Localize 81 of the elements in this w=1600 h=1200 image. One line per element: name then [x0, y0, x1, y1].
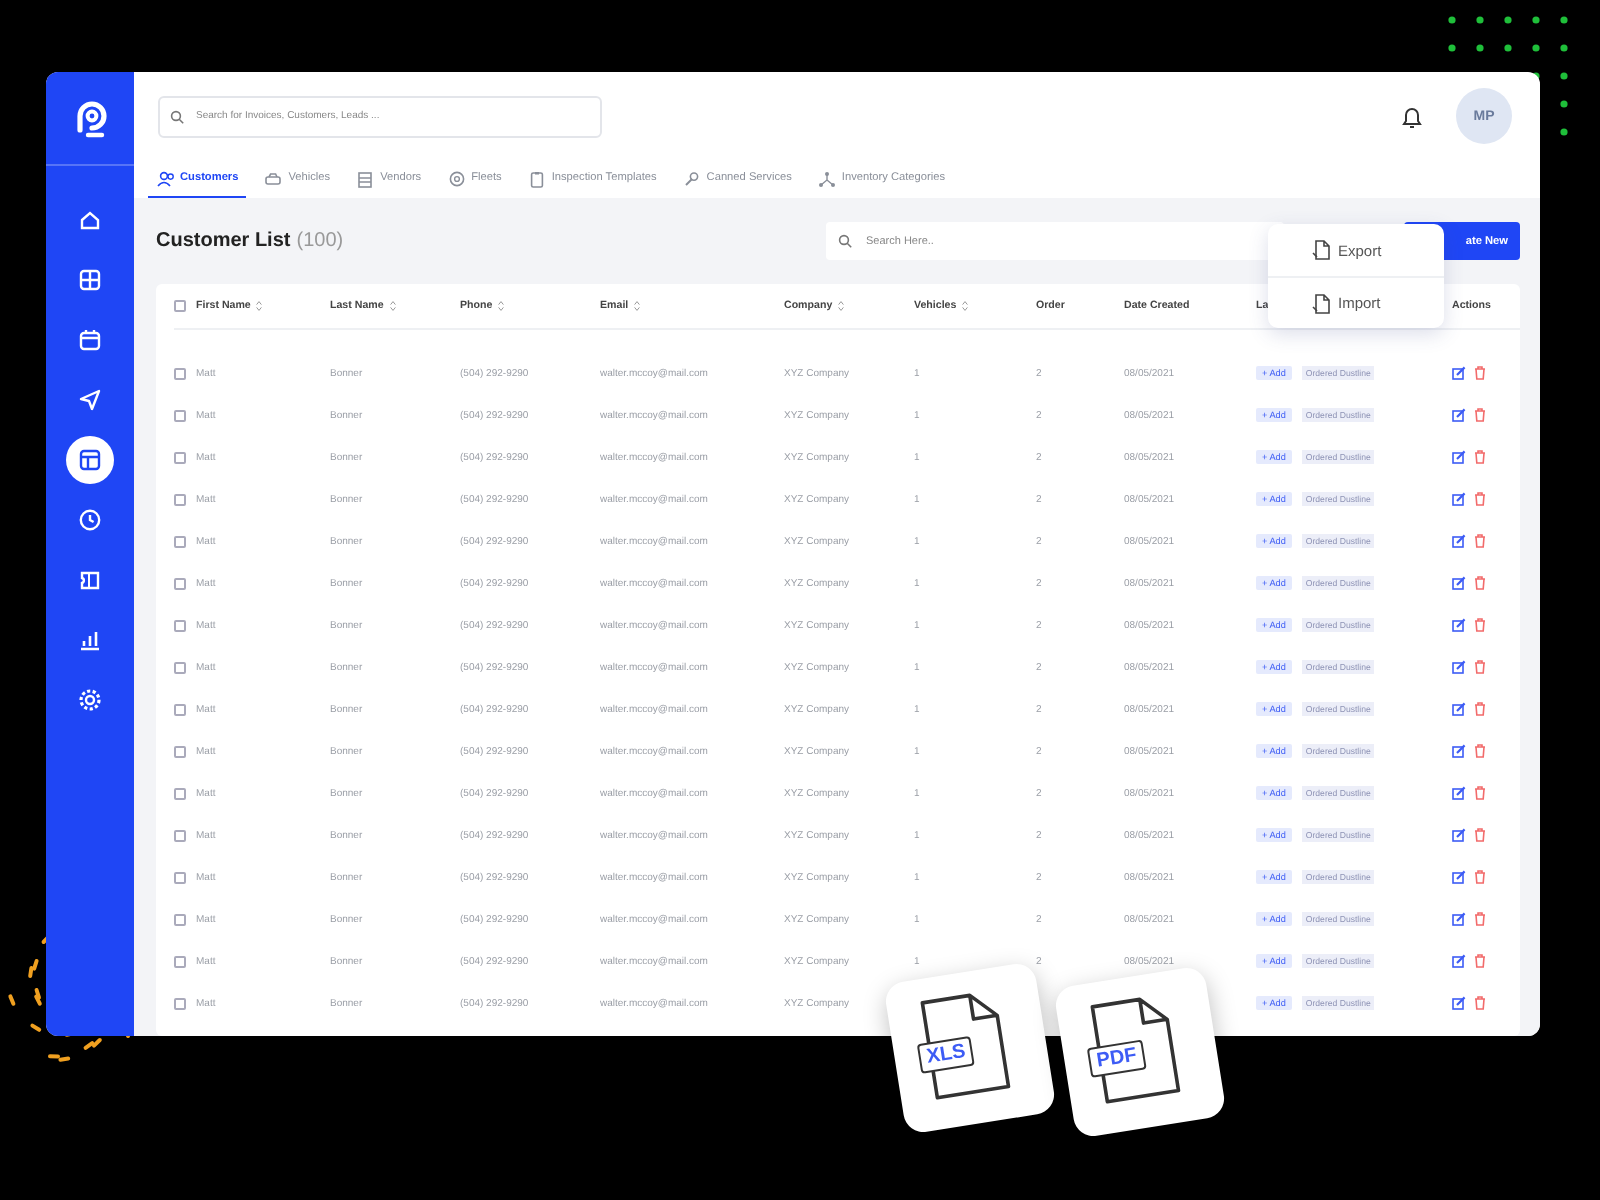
edit-icon[interactable]	[1452, 996, 1466, 1010]
edit-icon[interactable]	[1452, 534, 1466, 548]
trash-icon[interactable]	[1474, 912, 1486, 926]
page-title: Customer List	[156, 230, 291, 252]
checkbox[interactable]	[174, 493, 186, 505]
sidebar-item[interactable]	[66, 436, 114, 484]
edit-icon[interactable]	[1452, 450, 1466, 464]
sort-icon[interactable]	[389, 300, 396, 312]
edit-icon[interactable]	[1452, 576, 1466, 590]
trash-icon[interactable]	[1474, 618, 1486, 632]
edit-icon[interactable]	[1452, 870, 1466, 884]
trash-icon[interactable]	[1474, 702, 1486, 716]
checkbox[interactable]	[174, 619, 186, 631]
wrench-icon	[682, 169, 701, 187]
search-icon	[838, 234, 852, 248]
trash-icon[interactable]	[1474, 408, 1486, 422]
sort-icon[interactable]	[256, 300, 263, 312]
edit-icon[interactable]	[1452, 366, 1466, 380]
sort-icon[interactable]	[962, 300, 969, 312]
checkbox[interactable]	[174, 955, 186, 967]
checkbox[interactable]	[174, 787, 186, 799]
table-icon	[76, 446, 104, 474]
checkbox[interactable]	[174, 409, 186, 421]
sort-icon[interactable]	[498, 300, 505, 312]
trash-icon[interactable]	[1474, 366, 1486, 380]
checkbox[interactable]	[174, 535, 186, 547]
file-icon	[1312, 293, 1330, 313]
checkbox[interactable]	[174, 703, 186, 715]
trash-icon[interactable]	[1474, 660, 1486, 674]
checkbox[interactable]	[174, 745, 186, 757]
hierarchy-icon	[817, 169, 836, 187]
checkbox[interactable]	[174, 300, 186, 312]
sort-icon[interactable]	[838, 300, 845, 312]
file-icon	[1312, 240, 1330, 260]
search-icon	[170, 109, 184, 123]
edit-icon[interactable]	[1452, 408, 1466, 422]
calendar-icon	[76, 326, 104, 354]
checkbox[interactable]	[174, 661, 186, 673]
checkbox[interactable]	[174, 913, 186, 925]
people-icon	[156, 169, 174, 187]
edit-icon[interactable]	[1452, 828, 1466, 842]
edit-icon[interactable]	[1452, 786, 1466, 800]
car-icon	[264, 169, 283, 187]
clock-icon	[76, 506, 104, 534]
checkbox[interactable]	[174, 451, 186, 463]
grid-icon	[76, 266, 104, 294]
home-icon	[76, 206, 104, 234]
building-icon	[356, 169, 375, 187]
edit-icon[interactable]	[1452, 618, 1466, 632]
bar-chart-icon	[76, 626, 104, 654]
ticket-icon	[76, 566, 104, 594]
trash-icon[interactable]	[1474, 492, 1486, 506]
bell-icon[interactable]	[1400, 103, 1424, 129]
checkbox[interactable]	[174, 829, 186, 841]
checkbox[interactable]	[174, 367, 186, 379]
trash-icon[interactable]	[1474, 534, 1486, 548]
trash-icon[interactable]	[1474, 870, 1486, 884]
checkbox[interactable]	[174, 577, 186, 589]
edit-icon[interactable]	[1452, 744, 1466, 758]
edit-icon[interactable]	[1452, 702, 1466, 716]
trash-icon[interactable]	[1474, 450, 1486, 464]
trash-icon[interactable]	[1474, 996, 1486, 1010]
settings-icon	[76, 686, 104, 714]
sort-icon[interactable]	[634, 300, 641, 312]
clipboard-icon	[527, 169, 546, 187]
trash-icon[interactable]	[1474, 786, 1486, 800]
trash-icon[interactable]	[1474, 576, 1486, 590]
checkbox[interactable]	[174, 871, 186, 883]
trash-icon[interactable]	[1474, 954, 1486, 968]
trash-icon[interactable]	[1474, 744, 1486, 758]
paper-plane-icon	[76, 386, 104, 414]
edit-icon[interactable]	[1452, 912, 1466, 926]
file-type-label: XLS	[916, 1035, 976, 1074]
checkbox[interactable]	[174, 997, 186, 1009]
edit-icon[interactable]	[1452, 660, 1466, 674]
trash-icon[interactable]	[1474, 828, 1486, 842]
record-count: (100)	[296, 230, 344, 252]
edit-icon[interactable]	[1452, 492, 1466, 506]
file-type-label: PDF	[1086, 1039, 1147, 1078]
edit-icon[interactable]	[1452, 954, 1466, 968]
wheel-icon	[447, 169, 466, 187]
